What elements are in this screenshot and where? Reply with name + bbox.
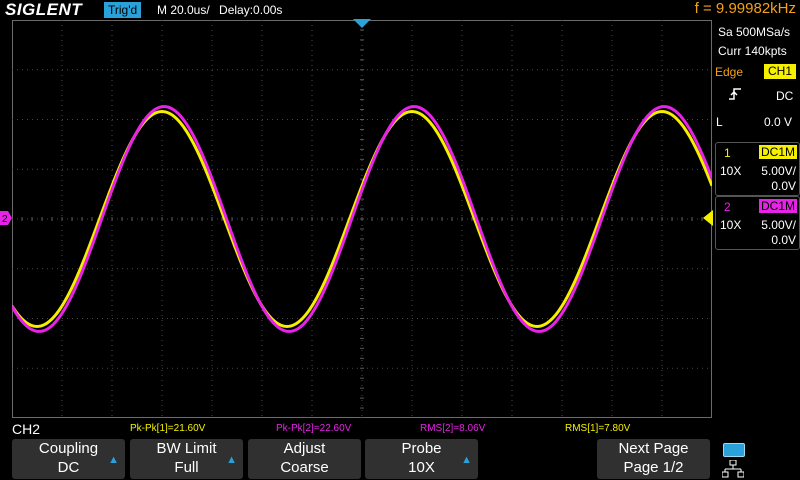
arrow-up-icon: ▲ [226, 454, 237, 466]
adjust-softkey-title: Adjust [283, 440, 326, 457]
coupling-softkey[interactable]: Coupling DC ▲ [12, 439, 125, 479]
timebase-readout[interactable]: M 20.0us/ Delay:0.00s [157, 3, 282, 17]
next-page-softkey[interactable]: Next Page Page 1/2 [597, 439, 710, 479]
next-page-softkey-title: Next Page [618, 440, 689, 457]
arrow-up-icon: ▲ [461, 454, 472, 466]
next-page-softkey-value: Page 1/2 [623, 459, 684, 476]
info-panel: Sa 500MSa/s Curr 140kpts Edge CH1 DC L 0… [712, 20, 800, 418]
ch2-ground-marker-icon[interactable]: 2 [0, 211, 12, 225]
channel-1-offset: 0.0V [771, 179, 796, 193]
measure-pkpk-1: Pk-Pk[1]=21.60V [130, 423, 206, 434]
channel-1-probe: 10X [720, 164, 742, 178]
adjust-softkey[interactable]: Adjust Coarse [248, 439, 361, 479]
rising-edge-icon [729, 88, 741, 100]
channel-1-number: 1 [724, 146, 731, 160]
frequency-counter: f = 9.99982kHz [694, 0, 796, 17]
trigger-coupling: DC [776, 89, 794, 103]
arrow-up-icon: ▲ [108, 454, 119, 466]
channel-1-coupling: DC1M [758, 145, 797, 159]
trigger-position-icon[interactable] [353, 19, 371, 29]
channel-2-number: 2 [724, 200, 731, 214]
channel-2-coupling: DC1M [758, 199, 797, 213]
softkey-menu: Coupling DC ▲ BW Limit Full ▲ Adjust Coa… [0, 437, 800, 480]
trigger-level-value: 0.0 V [764, 115, 793, 129]
network-icon [722, 460, 744, 478]
status-bar: SIGLENT Trig'd M 20.0us/ Delay:0.00s f =… [0, 0, 800, 20]
brand-logo: SIGLENT [5, 0, 83, 19]
sample-rate: Sa 500MSa/s [718, 25, 791, 39]
probe-softkey[interactable]: Probe 10X ▲ [365, 439, 478, 479]
trigger-type: Edge [715, 65, 744, 79]
usb-toggle-icon[interactable] [723, 443, 745, 457]
channel-1-vdiv: 5.00V/ [761, 164, 796, 178]
ch2-marker-label: 2 [2, 214, 8, 225]
measure-pkpk-2: Pk-Pk[2]=22.60V [276, 423, 352, 434]
measure-rms-1: RMS[1]=7.80V [565, 423, 631, 434]
memory-depth: Curr 140kpts [718, 44, 787, 58]
channel-2-box[interactable]: 2 DC1M 10X 5.00V/ 0.0V [715, 196, 800, 250]
bw-limit-softkey[interactable]: BW Limit Full ▲ [130, 439, 243, 479]
delay-value: Delay:0.00s [219, 3, 283, 17]
adjust-softkey-value: Coarse [280, 459, 329, 476]
measure-rms-2: RMS[2]=8.06V [420, 423, 486, 434]
channel-2-offset: 0.0V [771, 233, 796, 247]
trigger-source-badge: CH1 [764, 64, 797, 79]
trigger-level-label: L [716, 115, 723, 129]
channel-1-box[interactable]: 1 DC1M 10X 5.00V/ 0.0V [715, 142, 800, 196]
waveform-canvas [10, 19, 714, 419]
channel-2-probe: 10X [720, 218, 742, 232]
channel-2-vdiv: 5.00V/ [761, 218, 796, 232]
trigger-status-badge: Trig'd [104, 2, 142, 18]
timebase-value: M 20.0us/ [157, 3, 210, 17]
measurement-bar: Pk-Pk[1]=21.60V Pk-Pk[2]=22.60V RMS[2]=8… [0, 419, 800, 437]
waveform-display[interactable] [10, 19, 714, 419]
